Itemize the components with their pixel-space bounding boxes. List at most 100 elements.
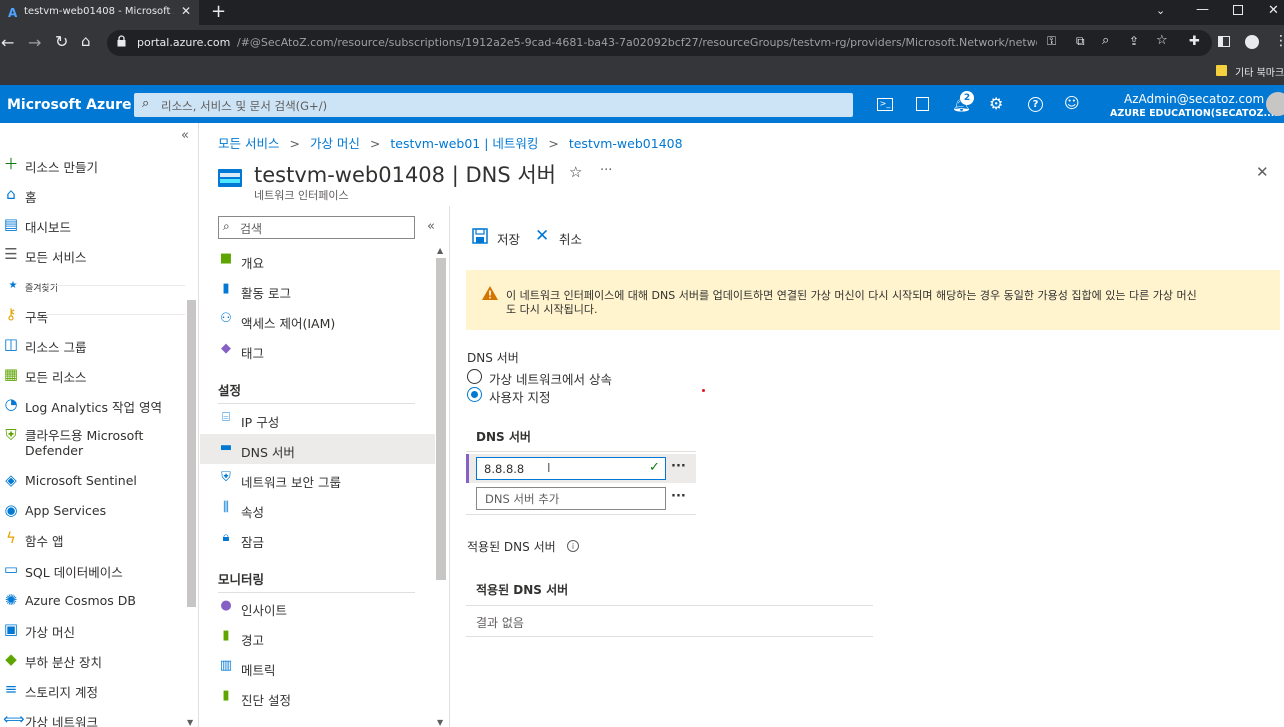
blade-item-label: 진단 설정 [241, 693, 291, 708]
applied-header-divider [466, 605, 873, 606]
breadcrumb-vm-networking[interactable]: testvm-web01 | 네트워킹 [390, 136, 538, 151]
global-search-input[interactable]: ⌕ 리소스, 서비스 및 문서 검색(G+/) [134, 93, 853, 117]
close-blade-button[interactable]: ✕ [1256, 163, 1269, 181]
sidebar-item-function[interactable]: ϟ 함수 앱 [0, 524, 185, 554]
sidebar-item-grid[interactable]: ▦ 모든 리소스 [0, 360, 185, 390]
reload-icon[interactable]: ↻ [55, 32, 68, 51]
external-open-icon[interactable]: ⧉ [1076, 34, 1085, 49]
sidebar-collapse-button[interactable]: « [181, 128, 189, 143]
home-browser-icon[interactable]: ⌂ [81, 32, 91, 50]
blade-item-alerts[interactable]: ▮ 경고 [200, 622, 435, 652]
maximize-icon[interactable] [1233, 5, 1243, 15]
bookmark-folder[interactable]: 기타 북마크 [1235, 64, 1284, 79]
browser-menu-icon[interactable]: ⋮ [1274, 33, 1284, 49]
key-icon-omni[interactable]: ⚿ [1047, 34, 1056, 49]
blade-item-iam[interactable]: ⚇ 액세스 제어(IAM) [200, 305, 435, 335]
forward-icon[interactable]: → [28, 33, 41, 52]
lock-icon: 🔒︎ [222, 530, 230, 545]
blade-item-properties[interactable]: ⫼ 속성 [200, 494, 435, 524]
feedback-icon[interactable]: ☺ [1064, 94, 1080, 112]
extensions-icon[interactable]: ✚ [1189, 34, 1200, 49]
blade-scroll-down-icon[interactable]: ▼ [437, 718, 443, 727]
sidebar-item-shield[interactable]: ⛨ 클라우드용 Microsoft Defender [0, 421, 185, 463]
vnet-icon: ⟺ [3, 710, 25, 727]
dns-row-more-button[interactable]: ··· [671, 459, 686, 474]
dns-server-input[interactable]: 8.8.8.8 I ✓ [476, 457, 666, 480]
sidebar-divider [42, 285, 185, 286]
sidebar-item-label: 클라우드용 Microsoft Defender [25, 428, 144, 458]
sidebar-item-storage[interactable]: ≡ 스토리지 계정 [0, 675, 185, 705]
profile-icon[interactable] [1245, 35, 1259, 49]
diagnostic-icon: ▮ [222, 688, 230, 703]
blade-item-label: 태그 [241, 346, 265, 361]
sidebar-item-label: 부하 분산 장치 [25, 655, 102, 670]
sidebar-item-globe[interactable]: ◉ App Services [0, 496, 185, 526]
blade-item-activity-log[interactable]: ▮ 활동 로그 [200, 275, 435, 305]
minimize-icon[interactable]: — [1196, 2, 1209, 17]
blade-item-tag[interactable]: ◆ 태그 [200, 335, 435, 365]
help-icon[interactable]: ? [1028, 97, 1043, 112]
cloud-shell-icon[interactable]: >_ [877, 98, 893, 111]
blade-item-diagnostic[interactable]: ▮ 진단 설정 [200, 682, 435, 712]
breadcrumb-all-services[interactable]: 모든 서비스 [218, 136, 279, 151]
applied-dns-label: 적용된 DNS 서버 [467, 540, 556, 554]
blade-scrollbar[interactable] [436, 258, 446, 580]
browser-tab[interactable]: A testvm-web01408 - Microsoft A ✕ [0, 0, 199, 25]
dns-add-input[interactable]: DNS 서버 추가 [476, 487, 666, 510]
zoom-icon[interactable]: ⌕ [1102, 33, 1109, 48]
tab-close-icon[interactable]: ✕ [181, 4, 191, 18]
properties-icon: ⫼ [223, 500, 229, 515]
account-email[interactable]: AzAdmin@secatoz.com [1124, 92, 1264, 106]
sidebar-item-sentinel[interactable]: ◈ Microsoft Sentinel [0, 466, 185, 496]
blade-item-label: 경고 [241, 633, 265, 648]
sidebar-item-resource-group[interactable]: ◫ 리소스 그룹 [0, 330, 185, 360]
blade-item-dns[interactable]: ▬ DNS 서버 [200, 434, 435, 464]
blade-item-lock[interactable]: 🔒︎ 잠금 [200, 524, 435, 554]
blade-item-insights[interactable]: ● 인사이트 [200, 592, 435, 622]
side-panel-icon[interactable] [1218, 36, 1230, 47]
blade-collapse-button[interactable]: « [427, 219, 435, 234]
address-bar[interactable]: portal.azure.com /#@SecAtoZ.com/resource… [107, 30, 1212, 56]
blade-item-ip-config[interactable]: ⌸ IP 구성 [200, 404, 435, 434]
dns-add-more-button[interactable]: ··· [671, 489, 686, 504]
dns-option-inherit-radio[interactable]: 가상 네트워크에서 상속 [467, 368, 637, 387]
breadcrumb-nic[interactable]: testvm-web01408 [569, 136, 683, 151]
settings-gear-icon[interactable]: ⚙ [989, 94, 1003, 113]
share-icon[interactable]: ⇪ [1129, 34, 1139, 48]
directory-filter-icon[interactable] [916, 97, 929, 111]
avatar[interactable] [1266, 92, 1284, 116]
sidebar-scroll-down-icon[interactable]: ▼ [187, 718, 193, 727]
blade-search-input[interactable]: ⌕ 검색 [218, 216, 415, 239]
dns-option-custom-radio[interactable]: 사용자 지정 [467, 386, 587, 405]
sidebar-item-load-balancer[interactable]: ◆ 부하 분산 장치 [0, 645, 185, 675]
overview-icon: ■ [219, 251, 233, 266]
blade-item-nsg[interactable]: ⛨ 네트워크 보안 그룹 [200, 464, 435, 494]
window-close-icon[interactable]: ✕ [1268, 3, 1279, 18]
info-icon[interactable]: i [567, 540, 579, 552]
sidebar-item-vnet[interactable]: ⟺ 가상 네트워크 [0, 705, 185, 727]
breadcrumb-virtual-machines[interactable]: 가상 머신 [310, 136, 360, 151]
new-tab-button[interactable]: + [211, 1, 226, 22]
page-more-button[interactable]: ··· [600, 163, 612, 178]
sidebar-scrollbar[interactable] [187, 300, 196, 607]
blade-item-metrics[interactable]: ▥ 메트릭 [200, 652, 435, 682]
favorite-star-icon[interactable]: ☆ [569, 163, 582, 181]
sidebar-item-plus[interactable]: ＋ 리소스 만들기 [0, 150, 185, 180]
bookmark-star-icon[interactable]: ☆ [1156, 33, 1168, 48]
blade-item-label: DNS 서버 [241, 445, 295, 460]
blade-search-placeholder: 검색 [240, 222, 263, 236]
brand[interactable]: Microsoft Azure [7, 97, 132, 113]
sidebar-item-sql[interactable]: ▭ SQL 데이터베이스 [0, 555, 185, 585]
sidebar-item-label: 리소스 만들기 [25, 160, 98, 175]
blade-scroll-up-icon[interactable]: ▲ [437, 246, 443, 255]
back-icon[interactable]: ← [1, 33, 14, 52]
sidebar-item-list[interactable]: ☰ 모든 서비스 [0, 240, 185, 270]
sidebar-item-home[interactable]: ⌂ 홈 [0, 180, 185, 210]
blade-item-overview[interactable]: ■ 개요 [200, 245, 435, 275]
sidebar-item-cosmos[interactable]: ✺ Azure Cosmos DB [0, 586, 185, 616]
sidebar-item-dashboard[interactable]: ▤ 대시보드 [0, 210, 185, 240]
sidebar-item-log-analytics[interactable]: ◔ Log Analytics 작업 영역 [0, 390, 185, 420]
tab-search-chevron-icon[interactable]: ⌄ [1156, 4, 1165, 17]
sidebar-item-vm[interactable]: ▣ 가상 머신 [0, 615, 185, 645]
sidebar-item-key[interactable]: ⚷ 구독 [0, 300, 185, 330]
